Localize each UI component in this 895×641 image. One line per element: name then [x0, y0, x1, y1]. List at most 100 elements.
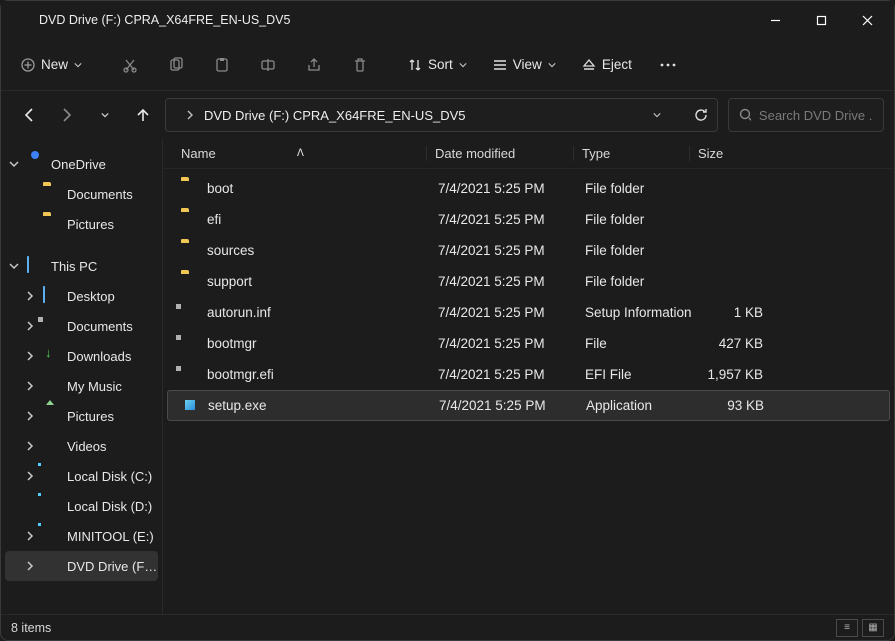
paste-button[interactable] [200, 47, 244, 83]
chevron-right-icon[interactable] [23, 441, 37, 451]
refresh-icon[interactable] [693, 107, 709, 123]
chevron-right-icon[interactable] [23, 351, 37, 361]
address-bar[interactable]: DVD Drive (F:) CPRA_X64FRE_EN-US_DV5 [165, 98, 718, 132]
share-icon [306, 57, 322, 73]
column-name[interactable]: Nameᐱ [177, 146, 426, 161]
search-icon [739, 108, 751, 122]
chevron-down-icon[interactable] [653, 111, 661, 119]
delete-button[interactable] [338, 47, 382, 83]
chevron-right-icon[interactable] [23, 561, 37, 571]
table-row[interactable]: bootmgr7/4/2021 5:25 PMFile427 KB [167, 328, 890, 359]
disk-icon [43, 497, 61, 515]
search-input[interactable] [759, 108, 873, 123]
sidebar-item-documents2[interactable]: Documents [1, 311, 162, 341]
file-name: sources [207, 243, 254, 258]
table-row[interactable]: sources7/4/2021 5:25 PMFile folder [167, 235, 890, 266]
minimize-button[interactable] [752, 4, 798, 36]
up-button[interactable] [131, 103, 155, 127]
chevron-right-icon[interactable] [23, 411, 37, 421]
sidebar-item-pictures[interactable]: Pictures [1, 209, 162, 239]
chevron-right-icon[interactable] [23, 291, 37, 301]
forward-button[interactable] [55, 103, 79, 127]
cloud-icon [27, 155, 45, 173]
status-bar: 8 items ≡ ▦ [1, 614, 894, 640]
folder-icon [181, 242, 199, 260]
music-icon [43, 377, 61, 395]
file-type: Application [578, 398, 694, 413]
disk-icon [43, 467, 61, 485]
sidebar-item-downloads[interactable]: Downloads [1, 341, 162, 371]
table-row[interactable]: setup.exe7/4/2021 5:25 PMApplication93 K… [167, 390, 890, 421]
file-date: 7/4/2021 5:25 PM [430, 181, 577, 196]
recent-button[interactable] [93, 103, 117, 127]
close-button[interactable] [844, 4, 890, 36]
file-type: File [577, 336, 693, 351]
share-button[interactable] [292, 47, 336, 83]
sidebar-item-videos[interactable]: Videos [1, 431, 162, 461]
dvd-icon [43, 557, 61, 575]
window-title: DVD Drive (F:) CPRA_X64FRE_EN-US_DV5 [39, 13, 752, 27]
table-row[interactable]: autorun.inf7/4/2021 5:25 PMSetup Informa… [167, 297, 890, 328]
sidebar-item-onedrive[interactable]: OneDrive [1, 149, 162, 179]
sidebar-item-minitool[interactable]: MINITOOL (E:) [1, 521, 162, 551]
column-date[interactable]: Date modified [426, 146, 573, 161]
sidebar-item-localc[interactable]: Local Disk (C:) [1, 461, 162, 491]
sidebar-item-documents[interactable]: Documents [1, 179, 162, 209]
chevron-down-icon[interactable] [7, 261, 21, 271]
view-button[interactable]: View [481, 47, 568, 83]
chevron-right-icon[interactable] [23, 471, 37, 481]
column-type[interactable]: Type [573, 146, 689, 161]
details-view-button[interactable]: ≡ [836, 619, 858, 637]
file-date: 7/4/2021 5:25 PM [430, 274, 577, 289]
chevron-down-icon [459, 61, 467, 69]
sidebar-item-locald[interactable]: Local Disk (D:) [1, 491, 162, 521]
sort-button[interactable]: Sort [396, 47, 479, 83]
cut-button[interactable] [108, 47, 152, 83]
eject-label: Eject [602, 57, 632, 72]
new-label: New [41, 57, 68, 72]
plus-circle-icon [21, 58, 35, 72]
eject-button[interactable]: Eject [570, 47, 644, 83]
page-icon [181, 366, 199, 384]
back-button[interactable] [17, 103, 41, 127]
table-row[interactable]: boot 7/4/2021 5:25 PMFile folder [167, 173, 890, 204]
table-row[interactable]: support7/4/2021 5:25 PMFile folder [167, 266, 890, 297]
sidebar-item-desktop[interactable]: Desktop [1, 281, 162, 311]
file-size: 1,957 KB [693, 367, 771, 382]
copy-icon [168, 57, 184, 73]
file-list: Nameᐱ Date modified Type Size boot 7/4/20… [163, 139, 894, 614]
trash-icon [352, 57, 368, 73]
folder-icon [43, 185, 61, 203]
file-type: EFI File [577, 367, 693, 382]
chevron-right-icon[interactable] [23, 531, 37, 541]
new-button[interactable]: New [9, 47, 94, 83]
table-row[interactable]: bootmgr.efi7/4/2021 5:25 PMEFI File1,957… [167, 359, 890, 390]
file-date: 7/4/2021 5:25 PM [430, 243, 577, 258]
file-date: 7/4/2021 5:25 PM [430, 212, 577, 227]
address-path: DVD Drive (F:) CPRA_X64FRE_EN-US_DV5 [204, 108, 643, 123]
file-name: setup.exe [208, 398, 267, 413]
disk-icon [43, 527, 61, 545]
download-icon [43, 347, 61, 365]
file-name: boot [207, 181, 233, 196]
sidebar-item-mymusic[interactable]: My Music [1, 371, 162, 401]
thumbnails-view-button[interactable]: ▦ [862, 619, 884, 637]
chevron-down-icon[interactable] [7, 159, 21, 169]
table-row[interactable]: efi7/4/2021 5:25 PMFile folder [167, 204, 890, 235]
file-date: 7/4/2021 5:25 PM [430, 367, 577, 382]
maximize-button[interactable] [798, 4, 844, 36]
sidebar-item-dvd[interactable]: DVD Drive (F:) C [5, 551, 158, 581]
chevron-right-icon[interactable] [23, 381, 37, 391]
file-type: File folder [577, 181, 693, 196]
chevron-down-icon [548, 61, 556, 69]
rename-button[interactable] [246, 47, 290, 83]
sidebar-item-pictures2[interactable]: Pictures [1, 401, 162, 431]
desktop-icon [43, 287, 61, 305]
column-size[interactable]: Size [689, 146, 767, 161]
more-button[interactable] [646, 47, 690, 83]
status-item-count: 8 items [11, 621, 51, 635]
chevron-right-icon[interactable] [23, 321, 37, 331]
copy-button[interactable] [154, 47, 198, 83]
search-box[interactable] [728, 98, 884, 132]
sidebar-item-thispc[interactable]: This PC [1, 251, 162, 281]
